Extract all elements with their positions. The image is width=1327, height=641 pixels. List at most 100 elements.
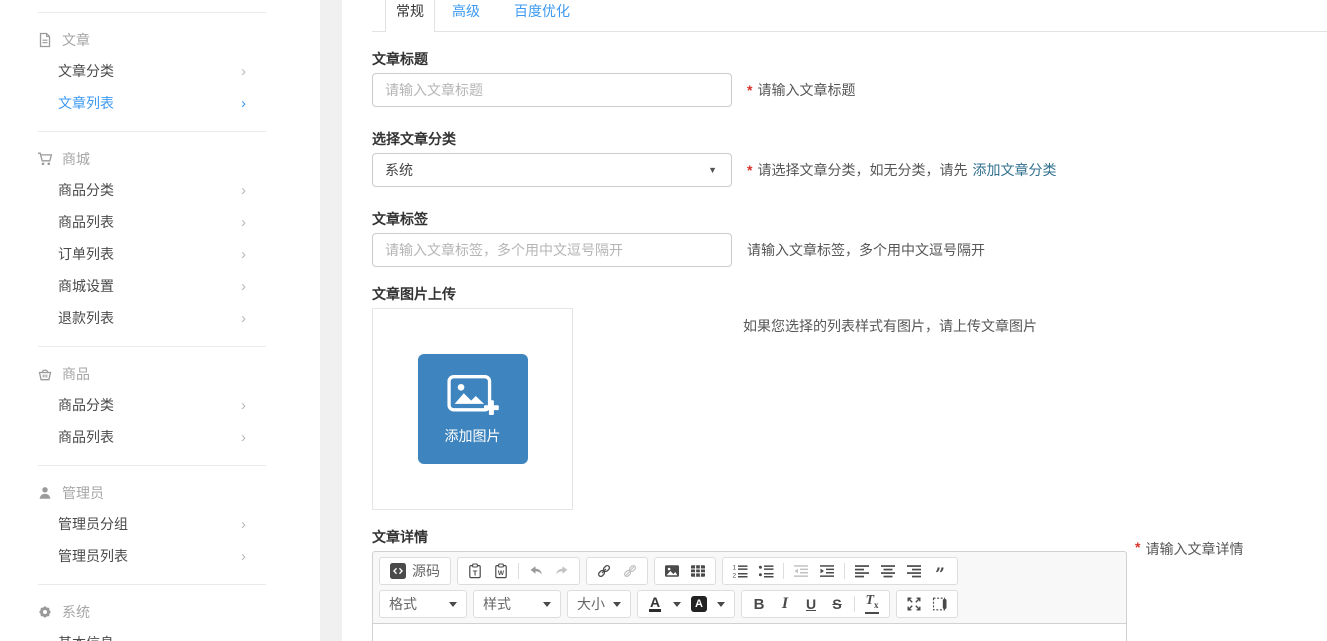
sidebar-section-label: 管理员: [62, 483, 104, 503]
toolbar-group-clipboard: T W: [457, 557, 580, 585]
sidebar-item-admin-list[interactable]: 管理员列表 ›: [0, 540, 320, 572]
title-hint-text: 请输入文章标题: [757, 80, 855, 100]
caret-down-icon: [543, 602, 551, 607]
sidebar-section-mall[interactable]: 商城: [0, 151, 320, 167]
basket-icon: [37, 366, 53, 382]
outdent-button[interactable]: [789, 559, 813, 583]
remove-format-icon: Tx: [865, 594, 878, 614]
toolbar-group-insert: [654, 557, 716, 585]
redo-button[interactable]: [550, 559, 574, 583]
category-hint: * 请选择文章分类，如无分类，请先 添加文章分类: [747, 160, 1056, 180]
italic-button[interactable]: I: [773, 592, 797, 616]
sidebar-section-product[interactable]: 商品: [0, 366, 320, 382]
show-blocks-button[interactable]: [928, 592, 952, 616]
text-color-icon: A: [649, 596, 661, 612]
add-category-link[interactable]: 添加文章分类: [972, 160, 1056, 180]
toolbar-row-2: 格式 样式 大小: [379, 590, 1120, 618]
sidebar-item-label: 订单列表: [58, 244, 114, 264]
sidebar-divider: [38, 584, 266, 585]
insert-table-button[interactable]: [686, 559, 710, 583]
category-label: 选择文章分类: [372, 131, 1327, 147]
tab-advanced[interactable]: 高级: [435, 0, 497, 31]
sidebar-item-label: 退款列表: [58, 308, 114, 328]
chevron-right-icon: ›: [241, 96, 246, 111]
source-button-label: 源码: [412, 561, 440, 581]
sidebar-item-label: 商城设置: [58, 276, 114, 296]
cart-icon: [37, 151, 53, 167]
sidebar-item-label: 商品分类: [58, 180, 114, 200]
sidebar-item-article-list[interactable]: 文章列表 ›: [0, 87, 320, 119]
sidebar-item-article-category[interactable]: 文章分类 ›: [0, 55, 320, 87]
chevron-right-icon: ›: [241, 247, 246, 262]
detail-hint-text: 请输入文章详情: [1145, 539, 1243, 559]
form-row-category: 选择文章分类 系统 ▼ * 请选择文章分类，如无分类，请先 添加文章分类: [372, 131, 1327, 187]
format-dropdown[interactable]: 格式: [379, 590, 467, 618]
form-row-detail: 文章详情 源码: [372, 529, 1327, 641]
category-select-value: 系统: [385, 160, 413, 180]
chevron-right-icon: ›: [241, 215, 246, 230]
article-form: 文章标题 * 请输入文章标题 选择文章分类 系统 ▼: [372, 51, 1327, 641]
sidebar-divider: [38, 131, 266, 132]
category-select[interactable]: 系统 ▼: [372, 153, 732, 187]
sidebar-item-mall-settings[interactable]: 商城设置 ›: [0, 270, 320, 302]
indent-button[interactable]: [815, 559, 839, 583]
paste-word-button[interactable]: W: [489, 559, 513, 583]
title-label: 文章标题: [372, 51, 1327, 67]
numbered-list-button[interactable]: 12: [728, 559, 752, 583]
sidebar-item-goods-category[interactable]: 商品分类 ›: [0, 174, 320, 206]
text-color-button[interactable]: A: [643, 592, 667, 616]
sidebar-item-order-list[interactable]: 订单列表 ›: [0, 238, 320, 270]
editor-content-area[interactable]: [373, 624, 1126, 641]
sidebar-item-label: 管理员分组: [58, 514, 128, 534]
caret-down-icon: [449, 602, 457, 607]
bold-button[interactable]: B: [747, 592, 771, 616]
sidebar-item-product-category[interactable]: 商品分类 ›: [0, 389, 320, 421]
sidebar-item-admin-group[interactable]: 管理员分组 ›: [0, 508, 320, 540]
tab-general[interactable]: 常规: [385, 0, 435, 32]
background-color-button[interactable]: A: [687, 592, 711, 616]
style-dropdown[interactable]: 样式: [473, 590, 561, 618]
paste-word-letter: W: [498, 570, 505, 577]
source-button[interactable]: 源码: [385, 559, 445, 583]
sidebar-section-label: 商品: [62, 364, 90, 384]
size-dropdown[interactable]: 大小: [567, 590, 631, 618]
tags-hint-text: 请输入文章标签，多个用中文逗号隔开: [747, 240, 985, 260]
sidebar-section-admin[interactable]: 管理员: [0, 485, 320, 501]
link-button[interactable]: [592, 559, 616, 583]
remove-format-button[interactable]: Tx: [860, 592, 884, 616]
add-image-button[interactable]: 添加图片: [418, 354, 528, 464]
chevron-right-icon: ›: [241, 183, 246, 198]
align-right-button[interactable]: [902, 559, 926, 583]
sidebar-item-product-list[interactable]: 商品列表 ›: [0, 421, 320, 453]
align-center-button[interactable]: [876, 559, 900, 583]
sidebar-item-label: 商品列表: [58, 212, 114, 232]
source-code-icon: [390, 563, 406, 579]
blockquote-button[interactable]: ”: [928, 559, 952, 583]
toolbar-separator: [518, 563, 519, 579]
strikethrough-button[interactable]: S: [825, 592, 849, 616]
insert-image-button[interactable]: [660, 559, 684, 583]
toolbar-group-colors: A A: [637, 590, 735, 618]
unlink-button[interactable]: [618, 559, 642, 583]
paste-text-button[interactable]: T: [463, 559, 487, 583]
sidebar-section-system[interactable]: 系统: [0, 604, 320, 620]
image-label: 文章图片上传: [372, 286, 1327, 302]
required-star: *: [747, 162, 752, 178]
sidebar-item-label: 文章列表: [58, 93, 114, 113]
chevron-right-icon: ›: [241, 549, 246, 564]
maximize-button[interactable]: [902, 592, 926, 616]
underline-button[interactable]: U: [799, 592, 823, 616]
title-input[interactable]: [372, 73, 732, 107]
tags-label: 文章标签: [372, 211, 1327, 227]
tags-input[interactable]: [372, 233, 732, 267]
sidebar-section-article[interactable]: 文章: [0, 32, 320, 48]
strikethrough-icon: S: [832, 596, 841, 612]
sidebar-item-goods-list[interactable]: 商品列表 ›: [0, 206, 320, 238]
tab-baidu-seo[interactable]: 百度优化: [497, 0, 587, 31]
bulleted-list-button[interactable]: [754, 559, 778, 583]
undo-button[interactable]: [524, 559, 548, 583]
align-left-button[interactable]: [850, 559, 874, 583]
sidebar-item-basic-info[interactable]: 基本信息 ›: [0, 627, 320, 641]
format-dropdown-label: 格式: [385, 594, 417, 614]
sidebar-item-refund-list[interactable]: 退款列表 ›: [0, 302, 320, 334]
